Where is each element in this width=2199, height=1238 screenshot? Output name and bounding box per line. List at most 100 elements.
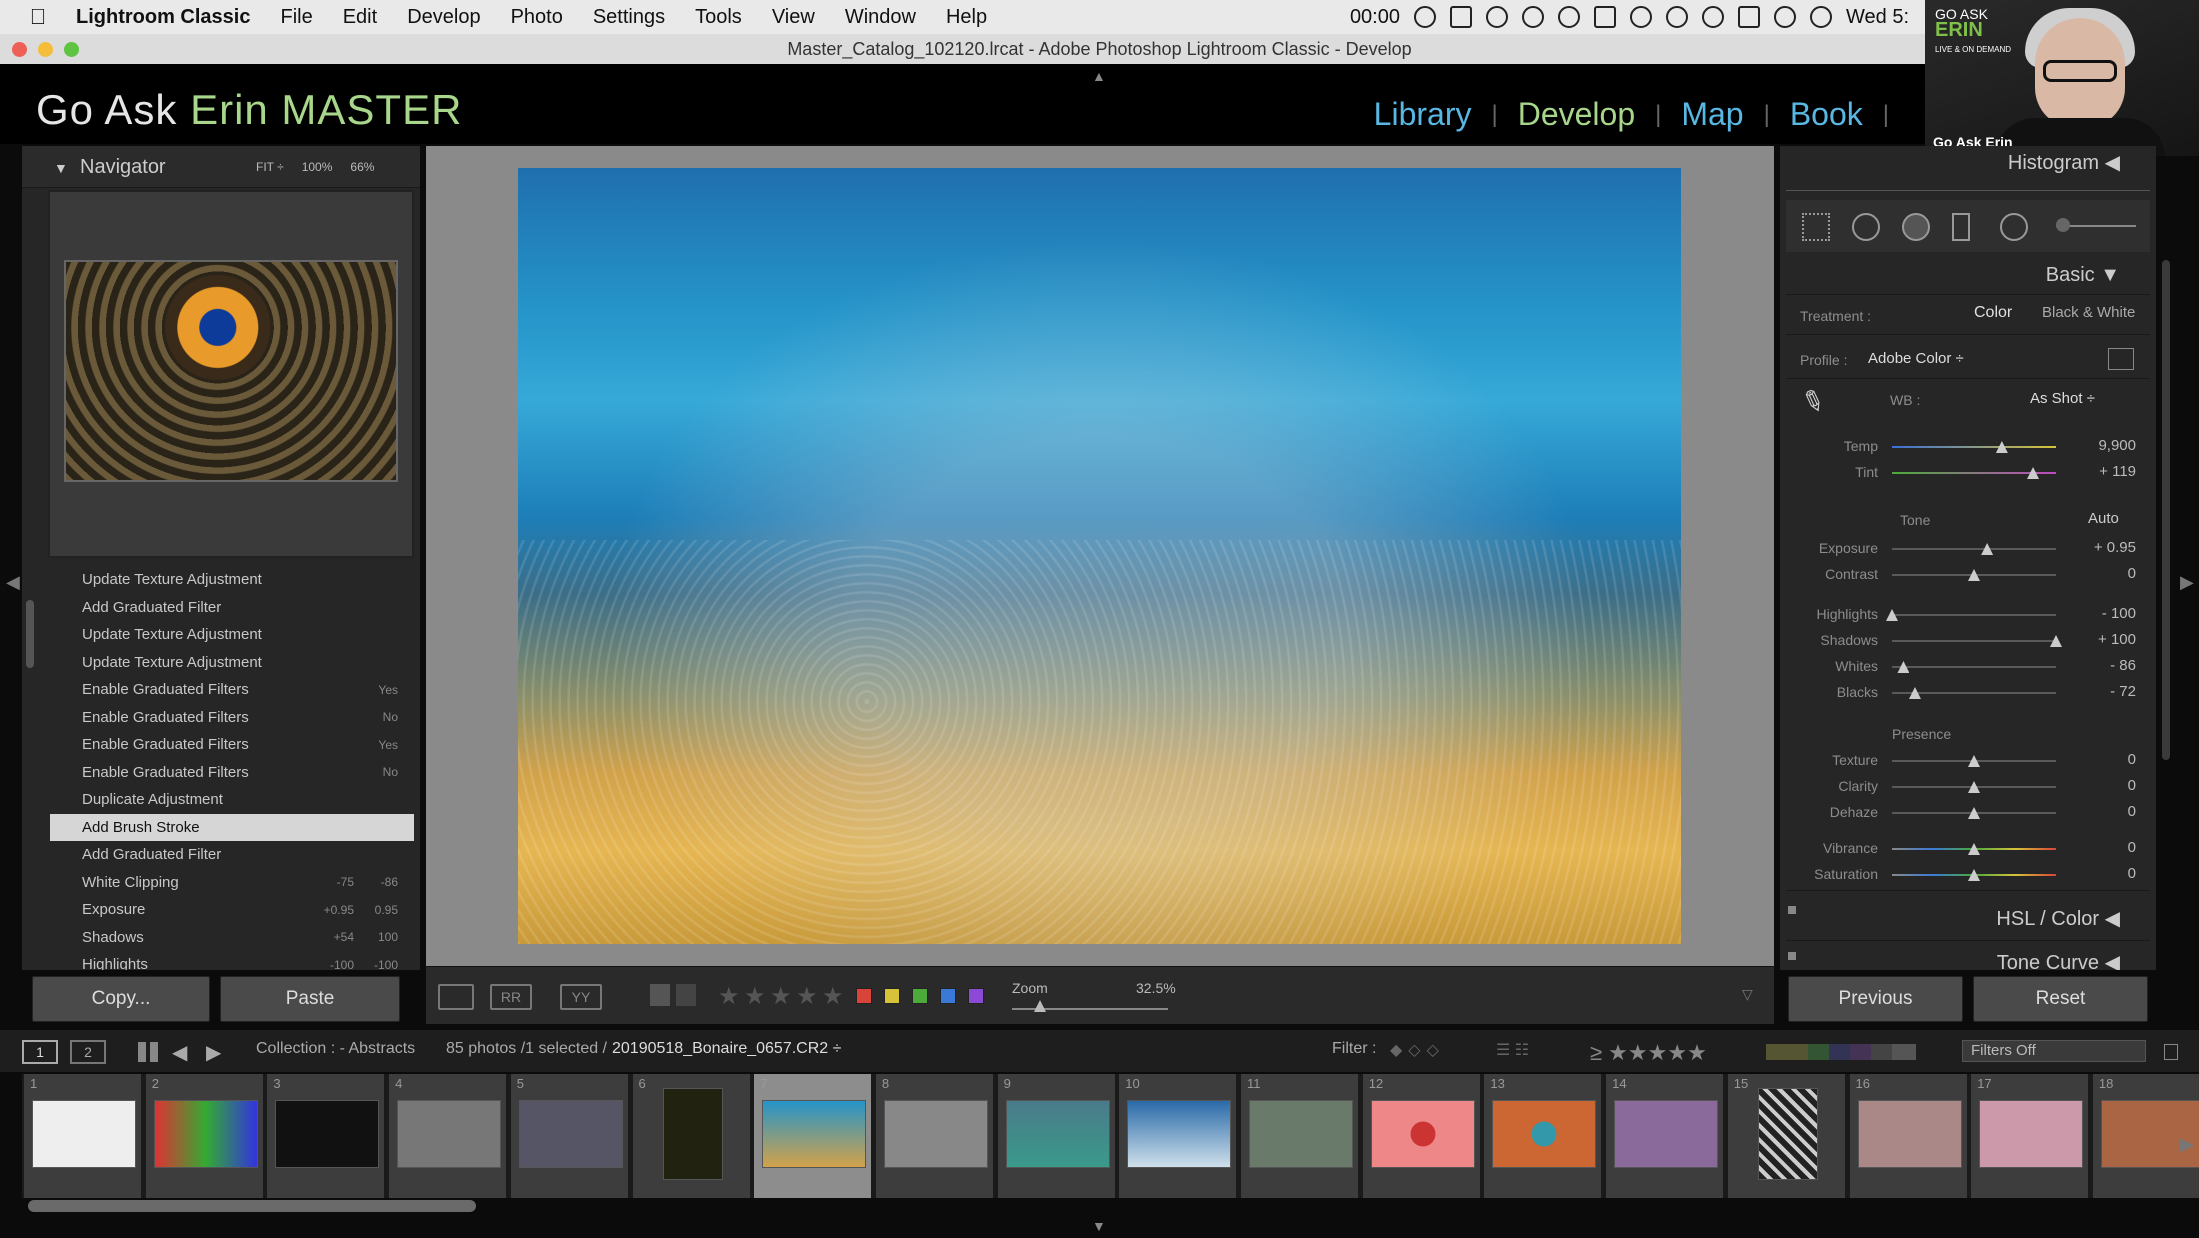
cell-thumbnail[interactable] bbox=[1127, 1100, 1232, 1168]
cell-thumbnail[interactable] bbox=[662, 1088, 723, 1180]
treatment-color[interactable]: Color bbox=[1974, 304, 2012, 322]
airplay-icon[interactable] bbox=[1738, 6, 1760, 28]
module-library[interactable]: Library bbox=[1374, 96, 1472, 133]
wb-select[interactable]: As Shot ÷ bbox=[2030, 390, 2095, 407]
slider-value[interactable]: 0 bbox=[2056, 777, 2136, 794]
filter-lock-icon[interactable] bbox=[2164, 1044, 2178, 1060]
menu-app-name[interactable]: Lightroom Classic bbox=[76, 6, 250, 29]
history-step[interactable]: Enable Graduated Filters Yes bbox=[50, 731, 414, 759]
status-icon[interactable] bbox=[1414, 6, 1436, 28]
history-step[interactable]: Add Brush Stroke bbox=[50, 813, 414, 841]
cell-thumbnail[interactable] bbox=[518, 1100, 623, 1168]
reject-flag-icon[interactable] bbox=[676, 984, 696, 1006]
cell-thumbnail[interactable] bbox=[153, 1100, 258, 1168]
filmstrip-cell[interactable]: 16 bbox=[1849, 1074, 1968, 1198]
rating-star-icon[interactable]: ★ bbox=[744, 982, 766, 1011]
basic-header[interactable]: Basic ▼ bbox=[1786, 258, 2150, 292]
cell-thumbnail[interactable] bbox=[397, 1100, 502, 1168]
filmstrip-cell[interactable]: 17 bbox=[1971, 1074, 2090, 1198]
color-label-red[interactable] bbox=[856, 988, 872, 1004]
profile-select[interactable]: Adobe Color ÷ bbox=[1868, 350, 1964, 367]
slider-value[interactable]: 0 bbox=[2056, 839, 2136, 856]
filmstrip-scrollbar[interactable] bbox=[28, 1200, 476, 1212]
status-icon[interactable] bbox=[1594, 6, 1616, 28]
history-step[interactable]: Add Graduated Filter bbox=[50, 841, 414, 869]
menu-edit[interactable]: Edit bbox=[343, 6, 377, 29]
toolbar-menu-chevron-icon[interactable]: ▽ bbox=[1742, 986, 1753, 1003]
display-icon[interactable] bbox=[1450, 6, 1472, 28]
forward-arrow-icon[interactable]: ▶ bbox=[206, 1040, 221, 1065]
color-label-blue[interactable] bbox=[940, 988, 956, 1004]
histogram-header[interactable]: Histogram ◀ bbox=[1786, 150, 2150, 188]
cell-thumbnail[interactable] bbox=[1249, 1100, 1353, 1168]
zoom-100[interactable]: 100% bbox=[302, 160, 333, 174]
rating-star-icon[interactable]: ★ bbox=[718, 982, 740, 1011]
menu-tools[interactable]: Tools bbox=[695, 6, 742, 29]
slider-value[interactable]: 9,900 bbox=[2056, 437, 2136, 454]
slider-value[interactable]: - 72 bbox=[2056, 683, 2136, 700]
menu-window[interactable]: Window bbox=[845, 6, 916, 29]
grid-view-icon[interactable] bbox=[138, 1042, 158, 1062]
tone-auto-button[interactable]: Auto bbox=[2088, 510, 2119, 527]
left-panel-scrollbar[interactable] bbox=[26, 600, 34, 668]
slider-track[interactable] bbox=[1892, 666, 2056, 668]
filmstrip-cell[interactable]: 2 bbox=[145, 1074, 264, 1198]
back-arrow-icon[interactable]: ◀ bbox=[172, 1040, 187, 1065]
module-map[interactable]: Map bbox=[1681, 96, 1743, 133]
filmstrip-cell[interactable]: 11 bbox=[1241, 1074, 1359, 1198]
menu-settings[interactable]: Settings bbox=[593, 6, 665, 29]
right-panel-scrollbar[interactable] bbox=[2162, 260, 2170, 760]
history-step[interactable]: Enable Graduated Filters No bbox=[50, 759, 414, 787]
cell-thumbnail[interactable] bbox=[1614, 1100, 1719, 1168]
color-label-purple[interactable] bbox=[968, 988, 984, 1004]
color-label-yellow[interactable] bbox=[884, 988, 900, 1004]
slider-track[interactable] bbox=[1892, 640, 2056, 642]
main-photo[interactable] bbox=[518, 168, 1681, 944]
minimize-window-icon[interactable] bbox=[38, 42, 53, 57]
filmstrip-cell[interactable]: 10 bbox=[1119, 1074, 1238, 1198]
history-step[interactable]: Duplicate Adjustment bbox=[50, 786, 414, 814]
hsl-header[interactable]: HSL / Color ◀ bbox=[1786, 906, 2150, 931]
history-step[interactable]: Enable Graduated Filters No bbox=[50, 704, 414, 732]
red-eye-tool-icon[interactable] bbox=[1902, 213, 1930, 241]
slider-value[interactable]: + 119 bbox=[2056, 463, 2136, 480]
zoom-window-icon[interactable] bbox=[64, 42, 79, 57]
cell-thumbnail[interactable] bbox=[1857, 1100, 1962, 1168]
history-step[interactable]: Update Texture Adjustment bbox=[50, 621, 414, 649]
flag-filter-icon[interactable]: ◆◇◇ bbox=[1390, 1040, 1445, 1060]
graduated-filter-tool-icon[interactable] bbox=[1952, 213, 1970, 241]
window-2-button[interactable]: 2 bbox=[70, 1040, 106, 1064]
cell-thumbnail[interactable] bbox=[32, 1100, 136, 1168]
color-label-green[interactable] bbox=[912, 988, 928, 1004]
top-panel-toggle-icon[interactable]: ▲ bbox=[1092, 68, 1106, 84]
before-after-split-icon[interactable]: YY bbox=[560, 984, 602, 1010]
status-icon[interactable] bbox=[1666, 6, 1688, 28]
slider-value[interactable]: - 86 bbox=[2056, 657, 2136, 674]
filename-select[interactable]: 20190518_Bonaire_0657.CR2 ÷ bbox=[612, 1040, 841, 1058]
zoom-fit[interactable]: FIT ÷ bbox=[256, 160, 284, 174]
menu-help[interactable]: Help bbox=[946, 6, 987, 29]
crop-tool-icon[interactable] bbox=[1802, 213, 1830, 241]
slider-value[interactable]: 0 bbox=[2056, 865, 2136, 882]
tone-curve-header[interactable]: Tone Curve ◀ bbox=[1786, 950, 2150, 970]
status-icon[interactable] bbox=[1486, 6, 1508, 28]
cell-thumbnail[interactable] bbox=[883, 1100, 988, 1168]
volume-icon[interactable] bbox=[1810, 6, 1832, 28]
menu-file[interactable]: File bbox=[280, 6, 312, 29]
filmstrip-toggle-icon[interactable]: ▶ bbox=[2180, 1134, 2194, 1155]
dropbox-icon[interactable] bbox=[1558, 6, 1580, 28]
cell-thumbnail[interactable] bbox=[1005, 1100, 1110, 1168]
slider-value[interactable]: 0 bbox=[2056, 803, 2136, 820]
filmstrip-cell[interactable]: 15 bbox=[1727, 1074, 1846, 1198]
zoom-66[interactable]: 66% bbox=[350, 160, 374, 174]
cell-thumbnail[interactable] bbox=[275, 1100, 380, 1168]
filmstrip-cell[interactable]: 6 bbox=[632, 1074, 751, 1198]
slider-value[interactable]: 0 bbox=[2056, 751, 2136, 768]
paste-button[interactable]: Paste bbox=[220, 976, 400, 1022]
brush-tool-icon[interactable] bbox=[2056, 218, 2070, 232]
rating-star-icon[interactable]: ★ bbox=[770, 982, 792, 1011]
wifi-icon[interactable] bbox=[1774, 6, 1796, 28]
rating-star-icon[interactable]: ★ bbox=[796, 982, 818, 1011]
filmstrip-cell[interactable]: 4 bbox=[389, 1074, 508, 1198]
slider-value[interactable]: + 100 bbox=[2056, 631, 2136, 648]
